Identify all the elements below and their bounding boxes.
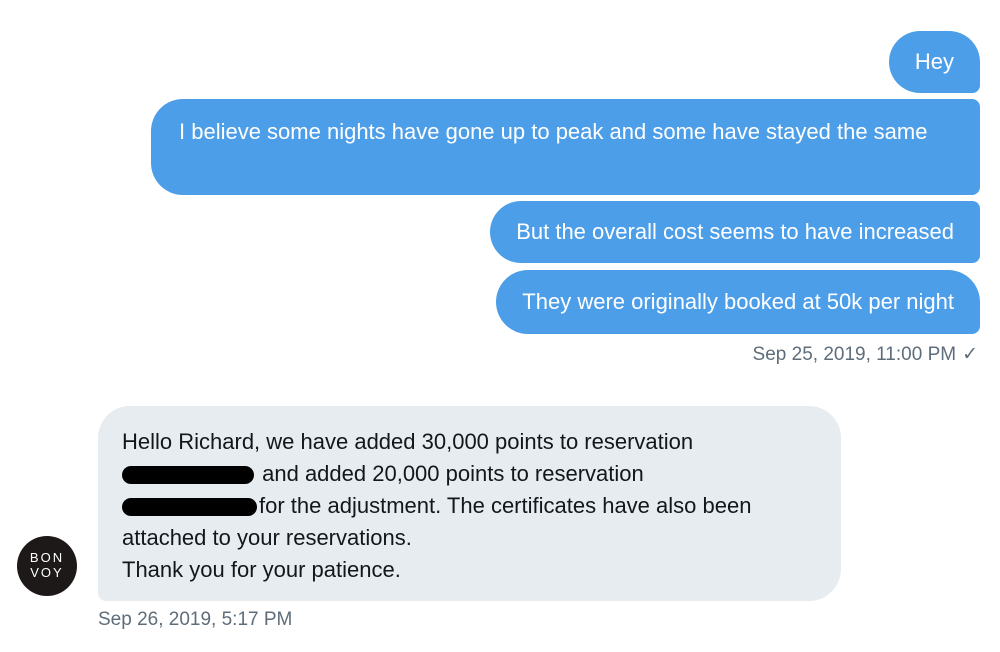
message-line: Hello Richard, we have added 30,000 poin…: [122, 429, 694, 454]
message-text: and added 20,000 points to reservation: [262, 461, 644, 486]
avatar-logo-bottom: VOY: [30, 565, 64, 580]
avatar-logo-top: BON: [29, 550, 65, 565]
message-line: attached to your reservations.: [122, 525, 412, 550]
timestamp-text: Sep 25, 2019, 11:00 PM: [752, 344, 957, 365]
avatar[interactable]: BON VOY: [17, 536, 77, 596]
redacted-reservation-number: [122, 466, 254, 485]
message-line: and added 20,000 points to reservation: [122, 458, 817, 490]
outgoing-timestamp: Sep 25, 2019, 11:00 PM ✓: [753, 343, 978, 366]
redacted-reservation-number: [122, 498, 257, 517]
incoming-timestamp: Sep 26, 2019, 5:17 PM: [98, 609, 293, 630]
incoming-message[interactable]: Hello Richard, we have added 30,000 poin…: [98, 406, 841, 601]
message-line: Thank you for your patience.: [122, 557, 401, 582]
outgoing-message[interactable]: I believe some nights have gone up to pe…: [151, 99, 980, 195]
message-text: for the adjustment. The certificates hav…: [259, 493, 752, 518]
outgoing-message[interactable]: Hey: [888, 31, 980, 93]
outgoing-message[interactable]: But the overall cost seems to have incre…: [490, 201, 980, 263]
outgoing-message[interactable]: They were originally booked at 50k per n…: [496, 270, 980, 334]
read-check-icon: ✓: [962, 344, 978, 365]
message-line: for the adjustment. The certificates hav…: [122, 490, 817, 522]
